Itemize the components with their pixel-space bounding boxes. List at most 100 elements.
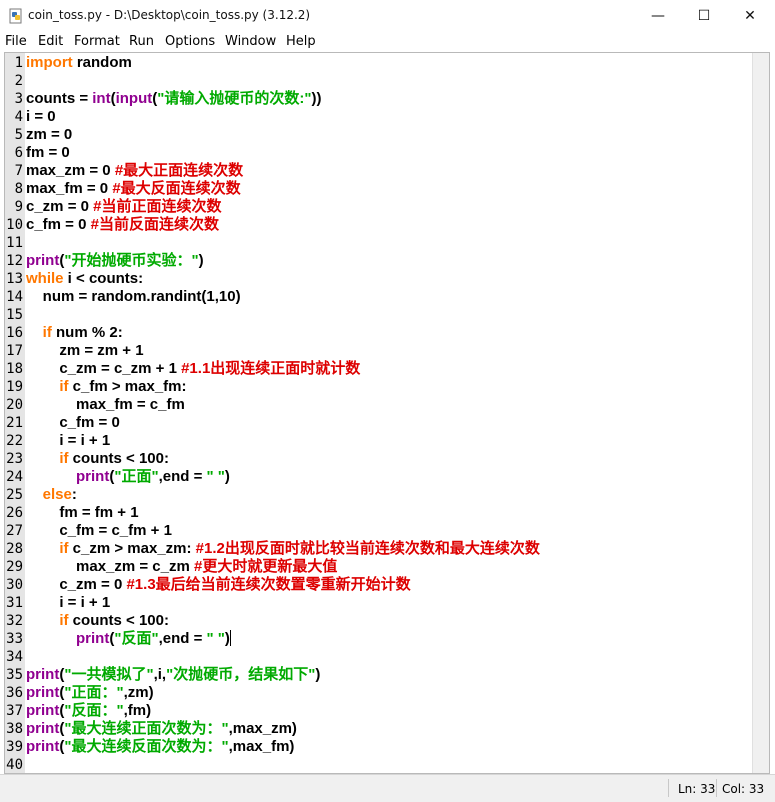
code-line[interactable]: c_zm = 0 #当前正面连续次数: [26, 198, 221, 216]
vertical-scrollbar[interactable]: [752, 53, 769, 773]
line-number: 35: [6, 667, 23, 683]
code-line[interactable]: c_fm = c_fm + 1: [26, 522, 172, 540]
title-bar: coin_toss.py - D:\Desktop\coin_toss.py (…: [0, 0, 775, 32]
code-token: ): [315, 666, 321, 683]
code-token: i = i + 1: [26, 594, 111, 611]
code-line[interactable]: num = random.randint(1,10): [26, 288, 241, 306]
menu-run[interactable]: Run: [129, 34, 154, 49]
keyword-token: if: [59, 612, 69, 629]
code-line[interactable]: c_fm = 0 #当前反面连续次数: [26, 216, 219, 234]
line-number: 21: [6, 415, 23, 431]
code-token: ): [198, 252, 204, 269]
code-line[interactable]: c_fm = 0: [26, 414, 120, 432]
line-number: 22: [6, 433, 23, 449]
code-token: c_fm = 0: [26, 414, 120, 431]
code-line[interactable]: if counts < 100:: [26, 450, 169, 468]
code-line[interactable]: while i < counts:: [26, 270, 143, 288]
line-number: 3: [14, 91, 23, 107]
code-token: max_fm = 0: [26, 180, 113, 197]
menu-options[interactable]: Options: [165, 34, 215, 49]
code-line[interactable]: zm = 0: [26, 126, 72, 144]
code-line[interactable]: i = 0: [26, 108, 56, 126]
line-number: 37: [6, 703, 23, 719]
code-line[interactable]: i = i + 1: [26, 432, 110, 450]
string-token: "反面：": [64, 702, 124, 719]
code-line[interactable]: fm = fm + 1: [26, 504, 138, 522]
code-line[interactable]: print("最大连续反面次数为：",max_fm): [26, 738, 294, 756]
menu-help[interactable]: Help: [286, 34, 316, 49]
string-token: "次抛硬币，结果如下": [166, 666, 316, 683]
code-line[interactable]: max_zm = c_zm #更大时就更新最大值: [26, 558, 337, 576]
keyword-token: else: [42, 486, 72, 503]
code-line[interactable]: zm = zm + 1: [26, 342, 143, 360]
line-number: 23: [6, 451, 23, 467]
code-line[interactable]: fm = 0: [26, 144, 70, 162]
line-number: 4: [14, 109, 23, 125]
code-line[interactable]: print("开始抛硬币实验："): [26, 252, 204, 270]
code-line[interactable]: c_zm = c_zm + 1 #1.1出现连续正面时就计数: [26, 360, 360, 378]
line-number: 2: [14, 73, 23, 89]
code-line[interactable]: print("正面：",zm): [26, 684, 154, 702]
line-number: 10: [6, 217, 23, 233]
string-token: " ": [206, 630, 225, 647]
line-number: 12: [6, 253, 23, 269]
string-token: "最大连续反面次数为：": [64, 738, 229, 755]
code-line[interactable]: counts = int(input("请输入抛硬币的次数:")): [26, 90, 321, 108]
code-line[interactable]: print("最大连续正面次数为：",max_zm): [26, 720, 297, 738]
code-token: ,zm): [123, 684, 154, 701]
keyword-token: if: [59, 450, 69, 467]
status-column-number: Col: 33: [722, 782, 765, 796]
code-line[interactable]: if c_zm > max_zm: #1.2出现反面时就比较当前连续次数和最大连…: [26, 540, 540, 558]
code-line[interactable]: if c_fm > max_fm:: [26, 378, 186, 396]
menu-file[interactable]: File: [5, 34, 27, 49]
menu-format[interactable]: Format: [74, 34, 120, 49]
code-line[interactable]: max_zm = 0 #最大正面连续次数: [26, 162, 243, 180]
comment-token: #1.1出现连续正面时就计数: [181, 360, 361, 377]
line-number: 40: [6, 757, 23, 773]
maximize-button[interactable]: ☐: [681, 0, 727, 32]
line-number: 19: [6, 379, 23, 395]
code-token: ,fm): [123, 702, 152, 719]
minimize-button[interactable]: —: [635, 0, 681, 32]
code-line[interactable]: if num % 2:: [26, 324, 123, 342]
code-token: c_zm = 0: [26, 576, 127, 593]
menu-edit[interactable]: Edit: [38, 34, 63, 49]
code-line[interactable]: if counts < 100:: [26, 612, 169, 630]
close-button[interactable]: ✕: [727, 0, 773, 32]
keyword-token: if: [42, 324, 52, 341]
line-number: 29: [6, 559, 23, 575]
string-token: "反面": [114, 630, 159, 647]
code-token: ,max_fm): [228, 738, 295, 755]
line-number: 14: [6, 289, 23, 305]
code-line[interactable]: import random: [26, 54, 132, 72]
code-line[interactable]: print("正面",end = " "): [26, 468, 230, 486]
code-line[interactable]: max_fm = c_fm: [26, 396, 185, 414]
code-line[interactable]: print("反面",end = " "): [26, 630, 231, 648]
code-editor[interactable]: 1 2 3 4 5 6 7 8 9 10 11 12 13 14 15 16 17 18 19 20 21 22 23 24 2…: [4, 52, 770, 774]
code-line[interactable]: else:: [26, 486, 77, 504]
code-token: counts < 100:: [68, 450, 169, 467]
code-line[interactable]: max_fm = 0 #最大反面连续次数: [26, 180, 241, 198]
line-number: 38: [6, 721, 23, 737]
line-number-gutter: 1 2 3 4 5 6 7 8 9 10 11 12 13 14 15 16 17 18 19 20 21 22 23 24 2…: [5, 53, 25, 773]
status-divider: [716, 779, 717, 797]
line-number: 34: [6, 649, 23, 665]
line-number: 7: [14, 163, 23, 179]
string-token: "正面：": [64, 684, 124, 701]
code-token: max_zm = c_zm: [26, 558, 194, 575]
string-token: "最大连续正面次数为：": [64, 720, 229, 737]
code-line[interactable]: c_zm = 0 #1.3最后给当前连续次数置零重新开始计数: [26, 576, 411, 594]
line-number: 6: [14, 145, 23, 161]
code-token: c_zm = 0: [26, 198, 94, 215]
code-line[interactable]: print("一共模拟了",i,"次抛硬币，结果如下"): [26, 666, 320, 684]
builtin-token: input: [115, 90, 153, 107]
code-line[interactable]: print("反面：",fm): [26, 702, 151, 720]
menu-window[interactable]: Window: [225, 34, 276, 49]
code-line[interactable]: i = i + 1: [26, 594, 110, 612]
keyword-token: while: [26, 270, 64, 287]
code-token: ,max_zm): [228, 720, 297, 737]
comment-token: #1.3最后给当前连续次数置零重新开始计数: [126, 576, 411, 593]
status-line-number: Ln: 33: [678, 782, 716, 796]
